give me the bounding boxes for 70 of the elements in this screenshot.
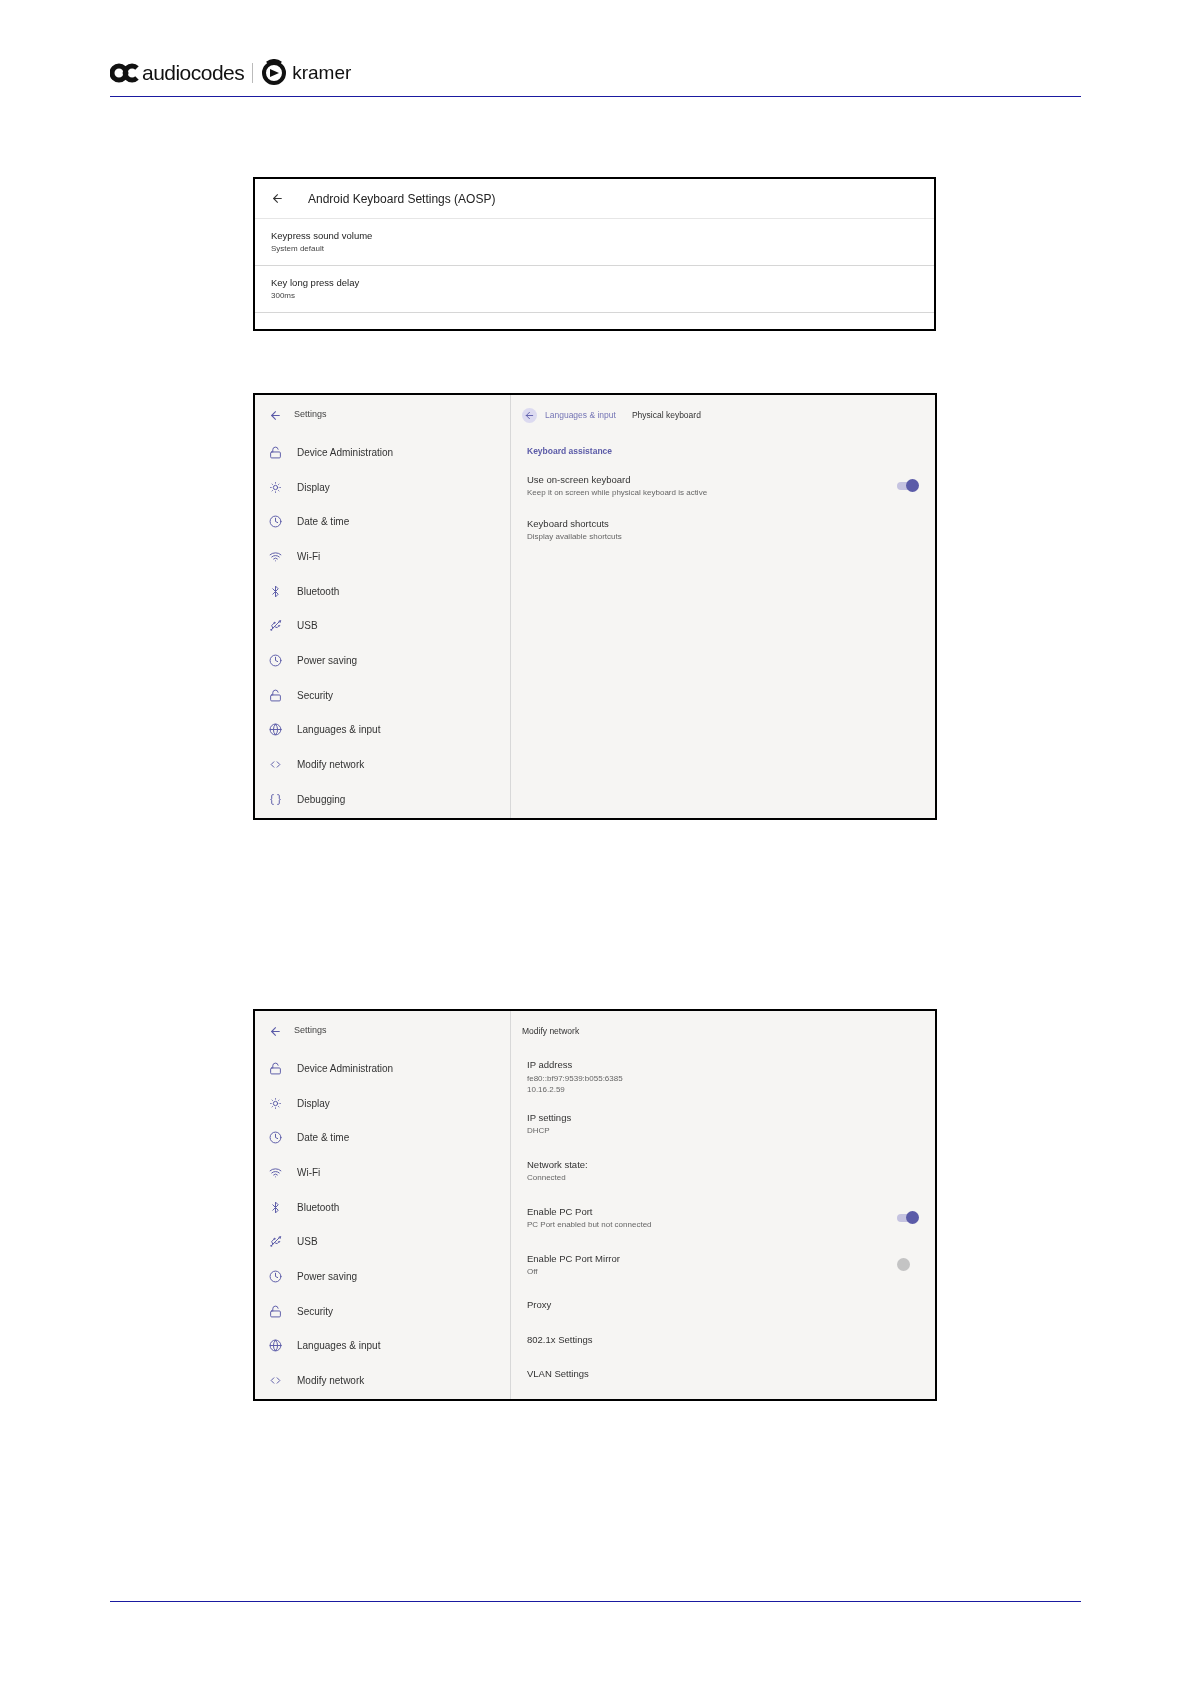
preference-row[interactable]: Enable PC Port PC Port enabled but not connected — [511, 1194, 935, 1241]
toggle-switch[interactable] — [897, 1210, 919, 1225]
clock-icon — [269, 515, 282, 529]
wifi-icon — [269, 1165, 282, 1179]
sidebar-item[interactable]: USB — [255, 1224, 510, 1260]
sidebar-title: Settings — [294, 408, 327, 422]
breadcrumb-link[interactable]: Languages & input — [545, 408, 616, 422]
back-arrow-icon[interactable] — [271, 192, 284, 205]
page-title: Modify network — [522, 1024, 580, 1038]
sidebar-item[interactable]: Date & time — [255, 1120, 510, 1156]
preference-row[interactable]: Keyboard shortcuts Display available shortcuts — [511, 507, 935, 552]
sidebar-title: Settings — [294, 1024, 327, 1038]
globe-icon — [269, 723, 282, 737]
preference-row[interactable]: Key long press delay 300ms — [255, 266, 934, 313]
lock-icon — [269, 1304, 282, 1318]
preference-row[interactable]: Use on-screen keyboard Keep it on screen while physical keyboard is active — [511, 463, 935, 508]
sidebar-item[interactable]: Modify network — [255, 747, 510, 782]
back-arrow-icon — [524, 409, 535, 421]
section-header: Keyboard assistance — [527, 445, 614, 458]
toggle-switch[interactable] — [897, 478, 919, 493]
sidebar-item[interactable]: Power saving — [255, 1259, 510, 1294]
sidebar-item[interactable]: Bluetooth — [255, 573, 510, 609]
sidebar-item[interactable]: Languages & input — [255, 712, 510, 748]
lock-icon — [269, 688, 282, 702]
brightness-icon — [269, 480, 282, 494]
back-button[interactable] — [522, 407, 537, 423]
sidebar-item[interactable]: Wi-Fi — [255, 539, 510, 574]
globe-icon — [269, 1339, 282, 1353]
sidebar-item[interactable]: Power saving — [255, 643, 510, 678]
back-arrow-icon[interactable] — [269, 408, 282, 422]
usb-icon — [269, 1235, 282, 1249]
sidebar-item[interactable]: Display — [255, 469, 510, 505]
preference-row[interactable]: Keypress sound volume System default — [255, 219, 934, 266]
clock-icon — [269, 1131, 282, 1145]
sidebar-item[interactable]: Bluetooth — [255, 1189, 510, 1225]
preference-row[interactable]: 802.1x Settings — [511, 1322, 935, 1357]
sidebar-item[interactable]: Debugging — [255, 781, 510, 817]
sidebar-item[interactable]: Modify network — [255, 1363, 510, 1398]
sidebar-item[interactable]: Security — [255, 677, 510, 713]
sidebar-item[interactable]: Languages & input — [255, 1328, 510, 1364]
braces-icon — [269, 792, 282, 806]
logo-mark-icon — [110, 63, 140, 83]
sidebar-item[interactable]: Device Administration — [255, 1051, 510, 1086]
sidebar-item[interactable]: USB — [255, 608, 510, 644]
sidebar-item[interactable]: Device Administration — [255, 435, 510, 470]
brightness-icon — [269, 1096, 282, 1110]
usb-icon — [269, 619, 282, 633]
sidebar-item[interactable]: Display — [255, 1085, 510, 1121]
preference-row[interactable]: VLAN Settings — [511, 1357, 935, 1392]
logo-mark-icon — [261, 59, 288, 87]
preference-row[interactable]: IP settings DHCP — [511, 1100, 935, 1147]
sidebar-item[interactable]: Date & time — [255, 504, 510, 540]
back-arrow-icon[interactable] — [269, 1024, 282, 1038]
page-title: Physical keyboard — [631, 408, 701, 422]
brand-name: audiocodes — [142, 60, 245, 87]
brand-name: kramer — [292, 60, 352, 85]
lock-icon — [269, 445, 282, 459]
bluetooth-icon — [269, 1200, 282, 1214]
preference-row[interactable]: IP address fe80::bf97:9539:b055:6385 10.16.2.59 — [511, 1053, 935, 1100]
preference-row[interactable]: Enable PC Port Mirror Off — [511, 1241, 935, 1288]
bluetooth-icon — [269, 584, 282, 598]
lock-icon — [269, 1061, 282, 1075]
clock-icon — [269, 1269, 282, 1283]
preference-row[interactable]: Network state: Connected — [511, 1147, 935, 1194]
clock-icon — [269, 653, 282, 667]
screen-title: Android Keyboard Settings (AOSP) — [308, 190, 496, 208]
sidebar-item[interactable]: Wi-Fi — [255, 1155, 510, 1190]
sidebar-item[interactable]: Security — [255, 1293, 510, 1329]
preference-row[interactable]: Proxy — [511, 1288, 935, 1323]
wifi-icon — [269, 549, 282, 563]
